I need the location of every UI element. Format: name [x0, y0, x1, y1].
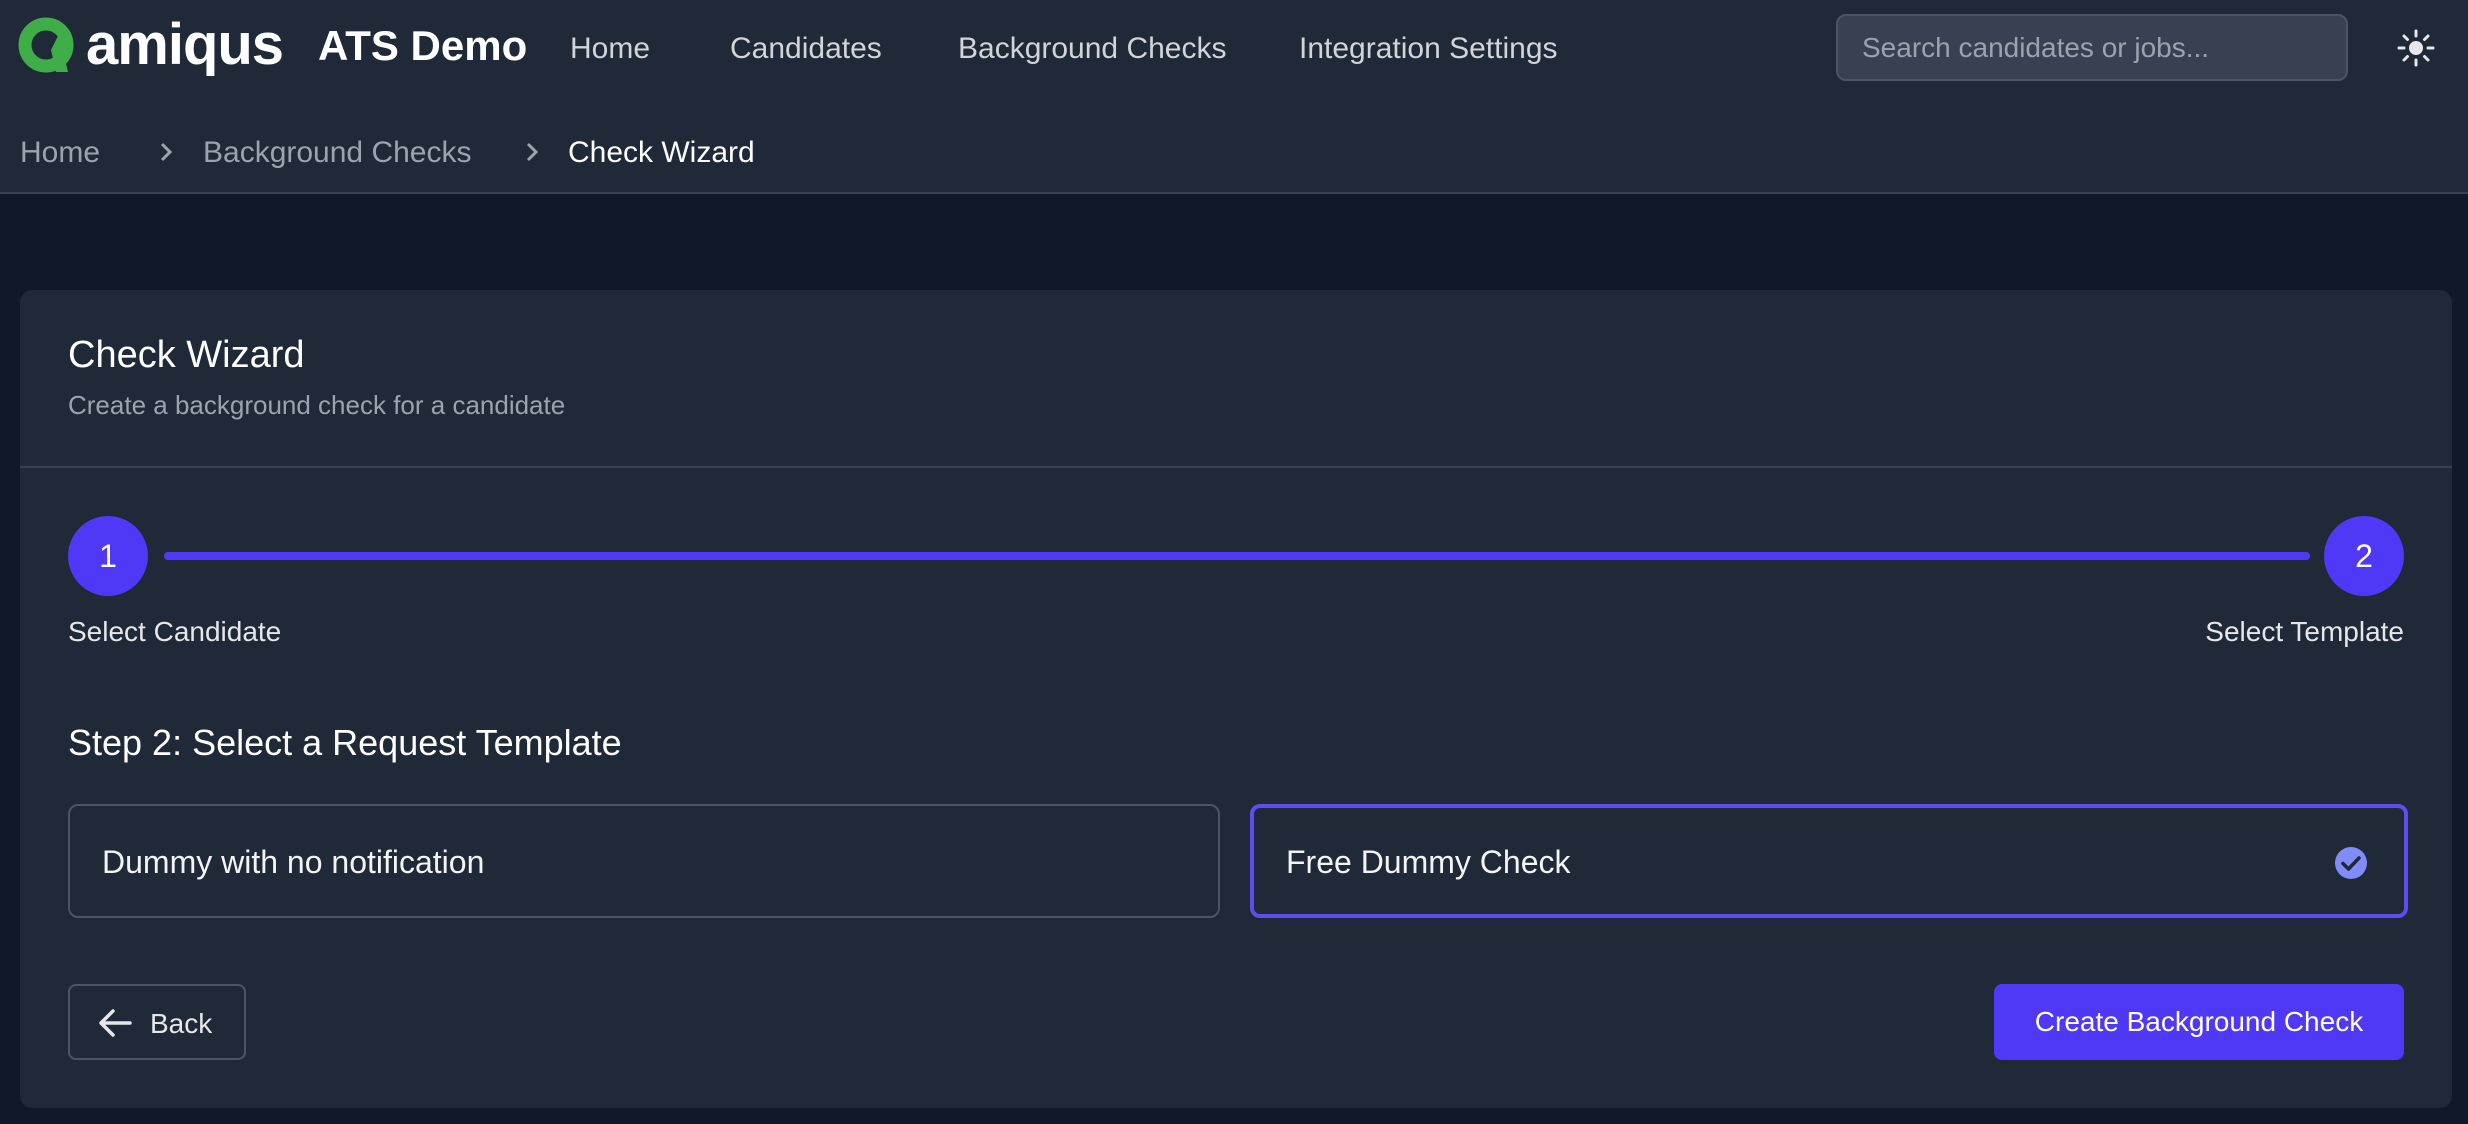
top-navigation-bar: amiqus ATS Demo Home Candidates Backgrou…: [0, 0, 2468, 100]
template-option-dummy-no-notification[interactable]: Dummy with no notification: [68, 804, 1220, 918]
nav-home[interactable]: Home: [570, 32, 650, 66]
check-circle-icon: [2335, 847, 2367, 879]
search-input[interactable]: [1836, 14, 2348, 81]
breadcrumb-current: Check Wizard: [568, 136, 755, 169]
template-option-free-dummy-check[interactable]: Free Dummy Check: [1250, 804, 2408, 918]
arrow-left-icon: [99, 1009, 132, 1037]
create-button-label: Create Background Check: [2034, 1006, 2364, 1037]
step-1-label: Select Candidate: [68, 616, 282, 647]
template-label: Dummy with no notification: [102, 844, 485, 880]
nav-candidates[interactable]: Candidates: [730, 32, 882, 66]
sun-icon: [2397, 29, 2435, 67]
step-1-indicator: 1: [68, 516, 148, 596]
section-title: Step 2: Select a Request Template: [68, 722, 622, 763]
breadcrumb-home[interactable]: Home: [20, 136, 100, 170]
step-progress-line: [164, 552, 2310, 560]
step-2-indicator: 2: [2324, 516, 2404, 596]
chevron-right-icon: [160, 142, 173, 162]
chevron-right-icon: [526, 142, 539, 162]
back-button-label: Back: [150, 1008, 213, 1039]
step-2-label: Select Template: [2205, 616, 2404, 647]
check-wizard-card: Check Wizard Create a background check f…: [20, 290, 2452, 1108]
template-label: Free Dummy Check: [1286, 844, 1571, 880]
breadcrumb: Home Background Checks Check Wizard: [0, 100, 2468, 194]
amiqus-logo-icon: [18, 17, 74, 73]
page-subtitle: Create a background check for a candidat…: [68, 390, 566, 420]
divider: [20, 466, 2452, 468]
nav-background-checks[interactable]: Background Checks: [958, 32, 1226, 66]
create-background-check-button[interactable]: Create Background Check: [1994, 984, 2404, 1060]
page-title: Check Wizard: [68, 334, 305, 376]
breadcrumb-background-checks[interactable]: Background Checks: [203, 136, 471, 170]
logo-wordmark: amiqus: [86, 12, 284, 77]
amiqus-logo[interactable]: amiqus: [18, 12, 284, 77]
app-title: ATS Demo: [318, 22, 528, 69]
back-button[interactable]: Back: [68, 984, 246, 1060]
theme-toggle-button[interactable]: [2396, 28, 2436, 68]
nav-integration-settings[interactable]: Integration Settings: [1299, 32, 1558, 66]
